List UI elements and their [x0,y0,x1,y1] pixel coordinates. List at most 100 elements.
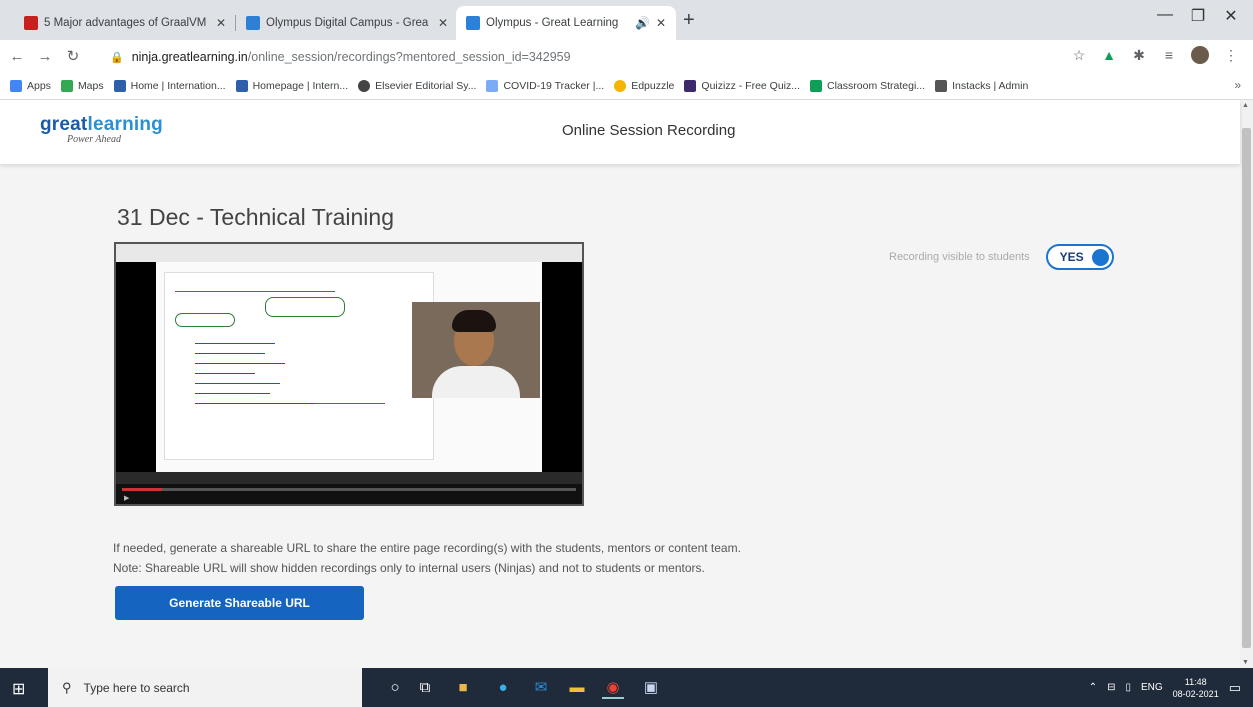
search-icon: ⚲ [62,679,72,695]
language-indicator[interactable]: ENG [1141,682,1163,693]
edge-icon[interactable]: ● [492,677,514,699]
visibility-toggle-group: Recording visible to students YES [889,244,1114,270]
restore-icon[interactable]: ❐ [1183,6,1213,26]
close-tab-icon[interactable]: ✕ [216,16,226,30]
bookmark-label: Maps [77,79,104,92]
site-icon [235,79,248,92]
bookmark-label: Instacks | Admin [952,79,1029,92]
logo-learning: learning [87,114,163,135]
bookmarks-bar: Apps Maps Home | Internation... Homepage… [0,72,1253,100]
drive-icon[interactable]: ▲ [1101,47,1117,63]
app-icon[interactable]: ▣ [640,677,662,699]
recording-video-player[interactable]: ▶ [114,242,584,506]
audio-icon[interactable]: 🔊 [635,16,650,30]
toggle-knob [1091,249,1109,266]
extension-icons: ☆ ▲ ✱ ≡ ⋮ [1071,46,1239,64]
scroll-down-icon[interactable]: ▼ [1242,659,1249,666]
scrollbar-thumb[interactable] [1242,128,1251,648]
bookmark-item[interactable]: Homepage | Intern... [235,79,349,92]
presenter-webcam [412,302,540,398]
video-screen [156,262,542,472]
scroll-up-icon[interactable]: ▲ [1242,102,1249,109]
generate-shareable-url-button[interactable]: Generate Shareable URL [115,586,364,620]
lock-icon: 🔒 [110,51,124,64]
close-window-icon[interactable]: ✕ [1216,6,1246,26]
video-controls[interactable]: ▶ [116,484,582,504]
minimize-icon[interactable]: — [1150,6,1180,24]
browser-tab-1[interactable]: 5 Major advantages of GraalVM ✕ [14,6,236,40]
video-progress-fill [122,488,162,491]
url-host: ninja.greatlearning.in [131,50,248,64]
show-hidden-icons-icon[interactable]: ⌃ [1089,682,1097,693]
battery-icon[interactable]: ▯ [1125,682,1131,693]
bookmark-item[interactable]: Quizizz - Free Quiz... [684,79,801,92]
mail-icon[interactable]: ✉ [530,677,552,699]
visibility-toggle[interactable]: YES [1045,244,1114,270]
bookmark-apps[interactable]: Apps [10,79,51,92]
video-browser-bar [116,244,582,262]
star-icon[interactable]: ☆ [1071,47,1087,64]
search-placeholder: Type here to search [83,680,190,695]
puzzle-icon[interactable]: ✱ [1131,47,1147,64]
taskbar-search-box[interactable]: ⚲ Type here to search [48,668,362,707]
close-tab-icon[interactable]: ✕ [438,16,448,30]
close-tab-icon[interactable]: ✕ [656,16,666,30]
covid-tracker-icon [486,79,499,92]
tab-title: 5 Major advantages of GraalVM [44,17,207,29]
bookmark-item[interactable]: Classroom Strategi... [810,79,925,92]
bookmark-label: Quizizz - Free Quiz... [701,79,801,92]
windows-taskbar: ⊞ ⚲ Type here to search ○ ⧉ ■ ● ✉ ▬ ◉ ▣ … [0,668,1253,707]
bookmark-item[interactable]: Edpuzzle [614,79,674,92]
page-header-title: Online Session Recording [562,122,736,139]
bookmark-label: COVID-19 Tracker |... [503,79,605,92]
browser-tab-3-active[interactable]: Olympus - Great Learning 🔊 ✕ [456,6,676,40]
site-icon [113,79,126,92]
url-field[interactable]: 🔒 ninja.greatlearning.in/online_session/… [110,45,1050,69]
bookmark-item[interactable]: Home | Internation... [113,79,226,92]
bookmark-item[interactable]: Elsevier Editorial Sy... [358,79,476,92]
forward-icon[interactable]: → [34,48,56,65]
notifications-icon[interactable]: ▭ [1229,680,1241,696]
task-view-icon[interactable]: ⧉ [414,677,436,699]
cortana-icon[interactable]: ○ [384,677,406,699]
url-path: /online_session/recordings?mentored_sess… [247,50,571,64]
toggle-value: YES [1059,250,1084,264]
system-tray: ⌃ ⊟ ▯ ENG 11:48 08-02-2021 ▭ [1089,668,1241,707]
page-scrollbar[interactable]: ▲ ▼ [1240,100,1253,668]
video-taskbar [116,472,582,484]
clock[interactable]: 11:48 08-02-2021 [1173,676,1219,700]
menu-icon[interactable]: ⋮ [1223,47,1239,64]
browser-tab-2[interactable]: Olympus Digital Campus - Grea ✕ [236,6,458,40]
video-play-icon[interactable]: ▶ [124,494,129,502]
olympus-favicon-icon [246,16,260,30]
elsevier-icon [358,79,371,92]
share-note-text: Note: Shareable URL will show hidden rec… [113,561,705,575]
bookmark-item[interactable]: COVID-19 Tracker |... [486,79,605,92]
windows-start-icon[interactable]: ⊞ [12,679,25,699]
classroom-icon [810,79,823,92]
more-bookmarks-icon[interactable]: » [1234,78,1241,92]
file-explorer-icon[interactable]: ▬ [566,677,588,699]
tab-title: Olympus - Great Learning [486,17,619,29]
quizizz-icon [684,79,697,92]
clock-date: 08-02-2021 [1172,688,1219,699]
session-title: 31 Dec - Technical Training [117,204,394,230]
bookmark-label: Homepage | Intern... [252,79,349,92]
store-icon[interactable]: ■ [452,677,474,699]
profile-avatar[interactable] [1191,46,1209,64]
reload-icon[interactable]: ↻ [62,47,84,65]
address-bar-row: ← → ↻ 🔒 ninja.greatlearning.in/online_se… [0,40,1253,72]
edpuzzle-icon [614,79,627,92]
network-icon[interactable]: ⊟ [1107,682,1115,693]
new-tab-button[interactable]: + [683,10,695,30]
bookmark-maps[interactable]: Maps [60,79,104,92]
queue-icon[interactable]: ≡ [1161,47,1177,63]
back-icon[interactable]: ← [6,48,28,65]
chrome-icon[interactable]: ◉ [602,677,624,699]
bookmark-label: Apps [27,79,51,92]
greatlearning-logo[interactable]: greatlearning Power Ahead [40,114,163,145]
bookmark-item[interactable]: Instacks | Admin [935,79,1029,92]
visibility-label: Recording visible to students [889,251,1030,263]
video-progress-track[interactable] [122,488,576,491]
main-content: 31 Dec - Technical Training ▶ Recording … [0,164,1240,668]
